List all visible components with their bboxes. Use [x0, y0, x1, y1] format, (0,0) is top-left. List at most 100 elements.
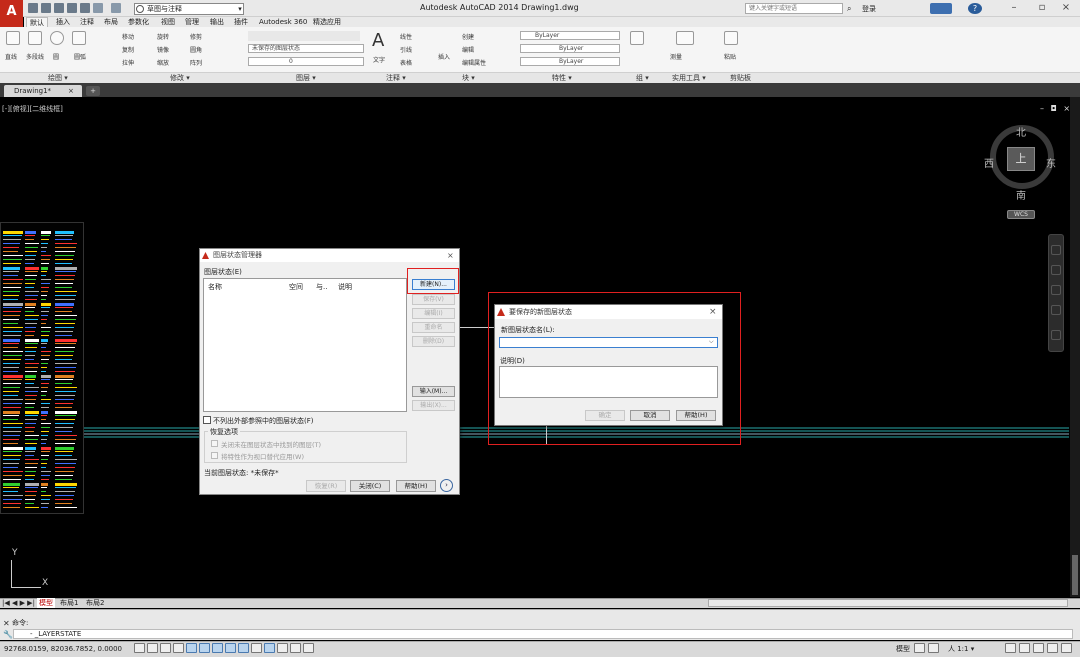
grid-icon[interactable]: [160, 643, 171, 653]
compass-north[interactable]: 北: [1016, 124, 1026, 139]
tab-plugins[interactable]: 插件: [234, 17, 248, 27]
tab-layout1[interactable]: 布局1: [60, 598, 78, 608]
line-label[interactable]: 直线: [5, 52, 17, 61]
close-icon[interactable]: ✕: [3, 619, 10, 628]
isolate-objects-icon[interactable]: [1047, 643, 1058, 653]
circle-label[interactable]: 圆: [53, 52, 59, 61]
minimize-icon[interactable]: –: [1000, 2, 1028, 15]
new-file-icon[interactable]: [28, 3, 38, 13]
save-as-icon[interactable]: [67, 3, 77, 13]
ducs-icon[interactable]: [238, 643, 249, 653]
layer-toolbar-icons[interactable]: [248, 31, 360, 41]
paste-label[interactable]: 粘贴: [724, 52, 736, 61]
plot-icon[interactable]: [80, 3, 90, 13]
vertical-scrollbar[interactable]: [1070, 97, 1080, 597]
lineweight-icon[interactable]: [264, 643, 275, 653]
tab-annotate[interactable]: 注释: [80, 17, 94, 27]
polyline-tool-icon[interactable]: [28, 31, 42, 45]
coordinates-readout[interactable]: 92768.0159, 82036.7852, 0.0000: [4, 645, 122, 653]
edit-block-button[interactable]: 编辑: [462, 45, 474, 54]
panel-properties[interactable]: 特性 ▾: [552, 73, 572, 83]
stretch-button[interactable]: 拉伸: [122, 58, 134, 67]
orbit-icon[interactable]: [1051, 305, 1061, 315]
otrack-icon[interactable]: [225, 643, 236, 653]
3dosnap-icon[interactable]: [212, 643, 223, 653]
snap-icon[interactable]: [147, 643, 158, 653]
edit-attributes-button[interactable]: 编辑属性: [462, 58, 486, 67]
annotation-scale-dropdown[interactable]: 人 1:1 ▾: [948, 644, 974, 654]
layer-states-list[interactable]: [203, 278, 407, 412]
arc-label[interactable]: 圆弧: [74, 52, 86, 61]
panel-annotation[interactable]: 注释 ▾: [386, 73, 406, 83]
compass-west[interactable]: 西: [984, 155, 994, 170]
save-button[interactable]: 保存(V): [412, 294, 455, 305]
transparency-icon[interactable]: [277, 643, 288, 653]
panel-draw[interactable]: 绘图 ▾: [48, 73, 68, 83]
polar-icon[interactable]: [186, 643, 197, 653]
lineweight-dropdown[interactable]: ByLayer: [520, 57, 620, 66]
color-dropdown[interactable]: ByLayer: [520, 31, 620, 40]
layout-nav-buttons[interactable]: |◀ ◀ ▶ ▶|: [2, 598, 35, 608]
viewport-override-checkbox[interactable]: [211, 452, 218, 459]
text-label[interactable]: 文字: [373, 55, 385, 64]
copy-button[interactable]: 复制: [122, 45, 134, 54]
save-icon[interactable]: [54, 3, 64, 13]
polyline-label[interactable]: 多段线: [26, 52, 44, 61]
horizontal-scrollbar[interactable]: [708, 599, 1068, 607]
tab-layout2[interactable]: 布局2: [86, 598, 104, 608]
line-tool-icon[interactable]: [6, 31, 20, 45]
redo-icon[interactable]: [111, 3, 121, 13]
restore-button[interactable]: 恢复(R): [306, 480, 346, 492]
panel-groups[interactable]: 组 ▾: [636, 73, 649, 83]
open-file-icon[interactable]: [41, 3, 51, 13]
leader-button[interactable]: 引线: [400, 45, 412, 54]
zoom-icon[interactable]: [1051, 285, 1061, 295]
column-header-name[interactable]: 名称: [208, 282, 222, 292]
exchange-icon[interactable]: [930, 3, 952, 14]
panel-modify[interactable]: 修改 ▾: [170, 73, 190, 83]
close-button[interactable]: 关闭(C): [350, 480, 390, 492]
tab-home[interactable]: 默认: [26, 17, 48, 27]
new-tab-button[interactable]: +: [86, 86, 100, 96]
rename-button[interactable]: 重命名: [412, 322, 455, 333]
expand-options-button[interactable]: ›: [440, 479, 453, 492]
workspace-switching-icon[interactable]: [1005, 643, 1016, 653]
create-block-button[interactable]: 创建: [462, 32, 474, 41]
infer-constraints-icon[interactable]: [134, 643, 145, 653]
login-button[interactable]: 登录: [862, 4, 876, 14]
tab-manage[interactable]: 管理: [185, 17, 199, 27]
lock-icon[interactable]: [1019, 643, 1030, 653]
tab-insert[interactable]: 插入: [56, 17, 70, 27]
tab-output[interactable]: 输出: [210, 17, 224, 27]
mirror-button[interactable]: 镜像: [157, 45, 169, 54]
ortho-icon[interactable]: [173, 643, 184, 653]
fillet-button[interactable]: 圆角: [190, 45, 202, 54]
selection-cycling-icon[interactable]: [303, 643, 314, 653]
table-button[interactable]: 表格: [400, 58, 412, 67]
tab-layout[interactable]: 布局: [104, 17, 118, 27]
tab-autodesk360[interactable]: Autodesk 360: [259, 17, 307, 27]
command-input[interactable]: - _LAYERSTATE: [13, 629, 1073, 639]
import-button[interactable]: 输入(M)...: [412, 386, 455, 397]
wrench-icon[interactable]: 🔧: [3, 630, 13, 639]
linear-dimension-button[interactable]: 线性: [400, 32, 412, 41]
application-menu-button[interactable]: A: [0, 0, 23, 27]
measure-label[interactable]: 测量: [670, 52, 682, 61]
undo-icon[interactable]: [93, 3, 103, 13]
edit-button[interactable]: 编辑(I): [412, 308, 455, 319]
panel-block[interactable]: 块 ▾: [462, 73, 475, 83]
column-header-description[interactable]: 说明: [338, 282, 352, 292]
circle-tool-icon[interactable]: [50, 31, 64, 45]
vertical-scroll-thumb[interactable]: [1072, 555, 1078, 595]
tab-featured-apps[interactable]: 精选应用: [313, 17, 341, 27]
viewport-window-controls[interactable]: – ◘ ×: [1040, 104, 1072, 113]
model-space-button[interactable]: 模型: [896, 644, 910, 654]
dyn-icon[interactable]: [251, 643, 262, 653]
tab-view[interactable]: 视图: [161, 17, 175, 27]
hardware-acceleration-icon[interactable]: [1033, 643, 1044, 653]
rotate-button[interactable]: 旋转: [157, 32, 169, 41]
linetype-dropdown[interactable]: ByLayer: [520, 44, 620, 53]
osnap-icon[interactable]: [199, 643, 210, 653]
wcs-menu[interactable]: WCS: [1007, 210, 1035, 219]
close-icon[interactable]: ×: [1052, 2, 1080, 15]
